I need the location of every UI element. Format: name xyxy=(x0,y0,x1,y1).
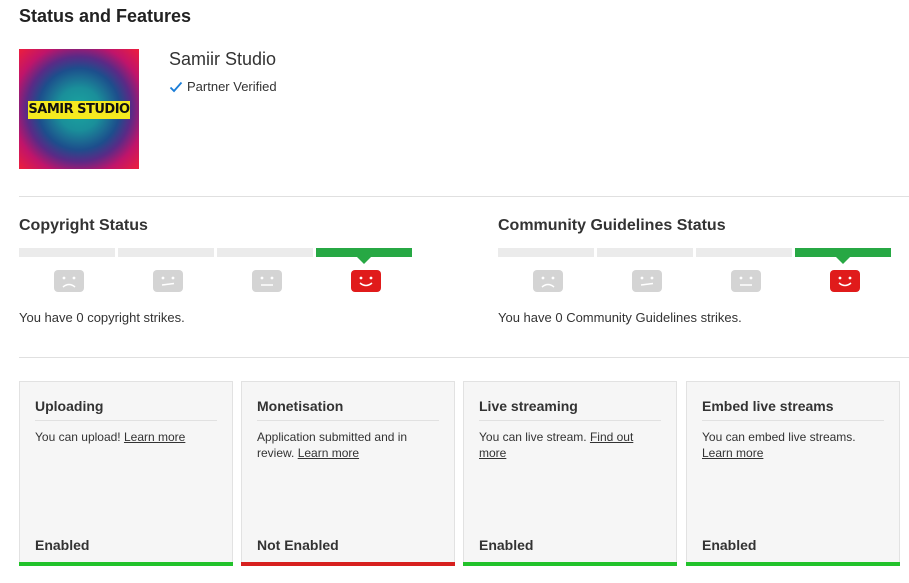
learn-more-link[interactable]: Learn more xyxy=(124,430,185,444)
status-bar xyxy=(686,562,900,566)
status-bar xyxy=(241,562,455,566)
feature-status: Enabled xyxy=(479,537,534,553)
feature-description: Application submitted and in review. Lea… xyxy=(257,429,439,461)
checkmark-icon xyxy=(169,81,183,92)
community-strike-bar xyxy=(498,248,891,264)
strike-segment-2 xyxy=(118,248,214,257)
strike-segment-3 xyxy=(498,248,594,257)
feature-status: Enabled xyxy=(702,537,757,553)
feature-card-embed-live-streams: Embed live streams You can embed live st… xyxy=(686,381,900,566)
feature-description: You can embed live streams. Learn more xyxy=(702,429,884,461)
page-title: Status and Features xyxy=(19,6,192,26)
strike-segment-0 xyxy=(795,248,891,264)
channel-avatar: SAMIR STUDIO xyxy=(19,49,139,169)
copyright-status: Copyright Status You have 0 copyright st… xyxy=(19,217,419,325)
channel-logo-text: SAMIR STUDIO xyxy=(28,101,130,119)
happy-face-icon xyxy=(829,270,860,292)
feature-title: Uploading xyxy=(35,398,104,414)
feature-card-monetisation: Monetisation Application submitted and i… xyxy=(241,381,455,566)
feature-card-uploading: Uploading You can upload! Learn more Ena… xyxy=(19,381,233,566)
unhappy-face-icon xyxy=(152,270,183,292)
unhappy-face-icon xyxy=(631,270,662,292)
card-divider xyxy=(479,420,661,421)
feature-card-live-streaming: Live streaming You can live stream. Find… xyxy=(463,381,677,566)
community-faces xyxy=(498,270,894,292)
strike-segment-1 xyxy=(696,248,792,257)
strike-segment-3 xyxy=(19,248,115,257)
learn-more-link[interactable]: Learn more xyxy=(298,446,359,460)
copyright-faces xyxy=(19,270,415,292)
card-divider xyxy=(257,420,439,421)
feature-status: Enabled xyxy=(35,537,90,553)
status-bar xyxy=(463,562,677,566)
learn-more-link[interactable]: Learn more xyxy=(702,446,763,460)
copyright-strike-count: You have 0 copyright strikes. xyxy=(19,310,185,325)
feature-title: Embed live streams xyxy=(702,398,834,414)
feature-desc-text: You can live stream. xyxy=(479,430,590,444)
copyright-strike-bar xyxy=(19,248,412,264)
community-guidelines-status: Community Guidelines Status You have 0 C… xyxy=(498,217,898,325)
strike-segment-1 xyxy=(217,248,313,257)
card-divider xyxy=(35,420,217,421)
neutral-face-icon xyxy=(730,270,761,292)
community-strike-count: You have 0 Community Guidelines strikes. xyxy=(498,310,742,325)
section-divider xyxy=(19,357,909,358)
feature-desc-text: You can embed live streams. xyxy=(702,430,856,444)
strike-segment-2 xyxy=(597,248,693,257)
verified-badge: Partner Verified xyxy=(169,79,277,94)
channel-name: Samiir Studio xyxy=(169,49,277,69)
feature-title: Live streaming xyxy=(479,398,578,414)
feature-status: Not Enabled xyxy=(257,537,339,553)
status-bar xyxy=(19,562,233,566)
copyright-status-title: Copyright Status xyxy=(19,217,148,234)
section-divider xyxy=(19,196,909,197)
sad-face-icon xyxy=(532,270,563,292)
sad-face-icon xyxy=(53,270,84,292)
community-status-title: Community Guidelines Status xyxy=(498,217,726,234)
happy-face-icon xyxy=(350,270,381,292)
verified-label: Partner Verified xyxy=(187,79,277,94)
feature-desc-text: You can upload! xyxy=(35,430,124,444)
feature-description: You can live stream. Find out more xyxy=(479,429,661,461)
card-divider xyxy=(702,420,884,421)
neutral-face-icon xyxy=(251,270,282,292)
feature-title: Monetisation xyxy=(257,398,344,414)
feature-cards: Uploading You can upload! Learn more Ena… xyxy=(19,381,901,566)
feature-description: You can upload! Learn more xyxy=(35,429,217,445)
strike-segment-0 xyxy=(316,248,412,264)
